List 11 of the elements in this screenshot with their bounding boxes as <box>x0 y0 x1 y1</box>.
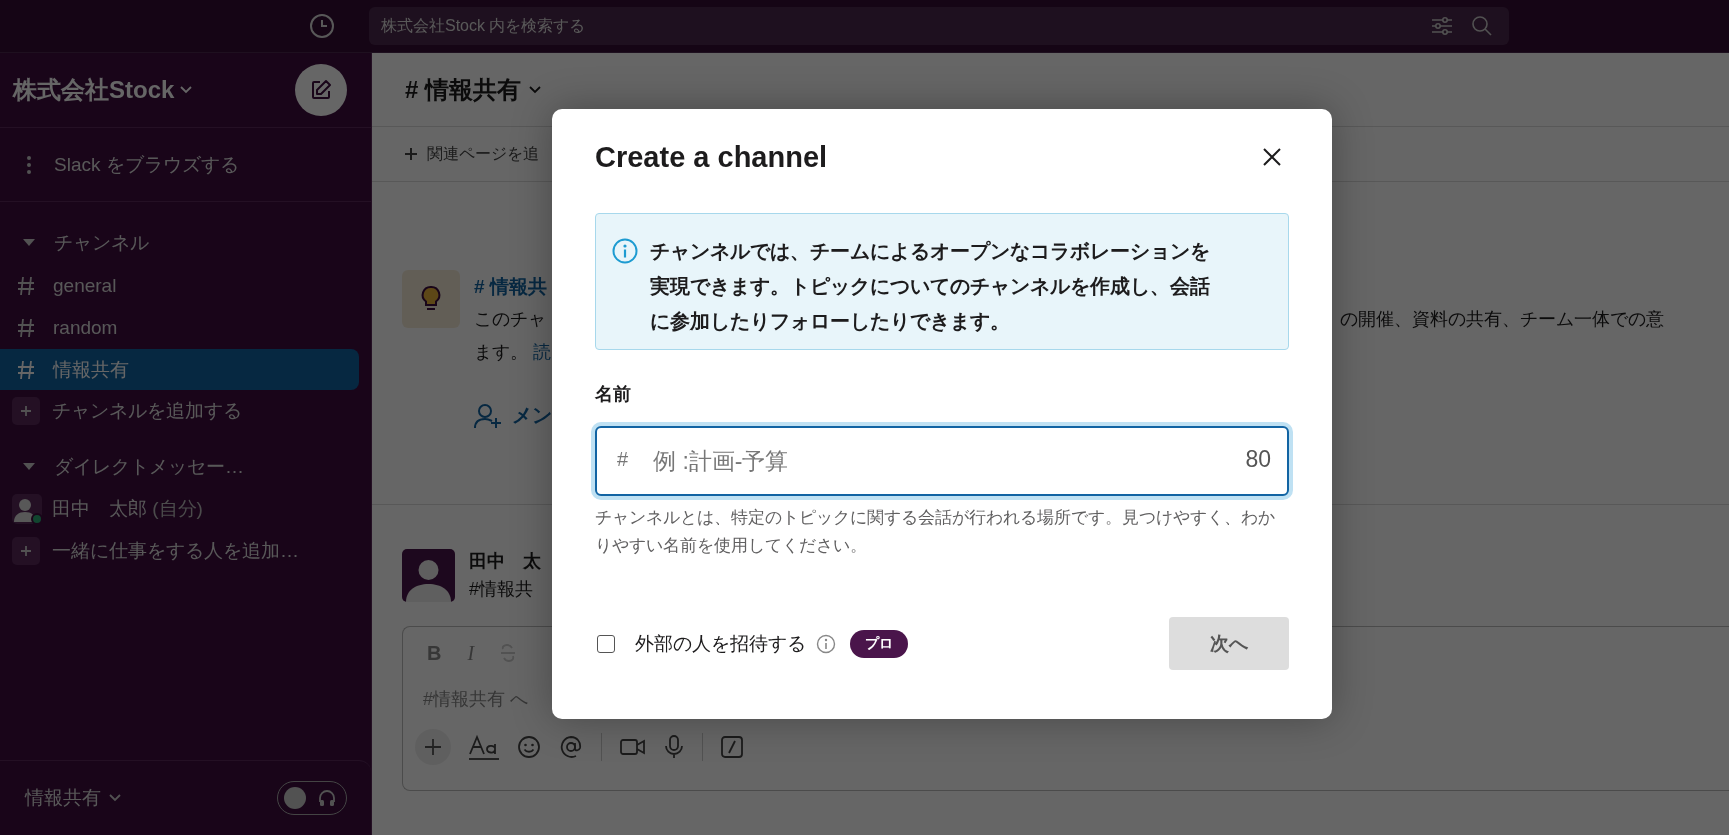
intro-text: の開催、資料の共有、チーム一体での意 <box>1340 308 1664 331</box>
field-label: 名前 <box>595 383 632 406</box>
help-text: チャンネルとは、特定のトピックに関する会話が行われる場所です。見つけやすく、わかりやすい名前を使用してください。 <box>595 507 1275 556</box>
intro-text: このチャ <box>474 308 546 331</box>
intro-text: ます。 <box>474 342 528 362</box>
channel-prefix: # <box>617 448 629 471</box>
pro-badge: プロ <box>850 629 908 658</box>
info-text: チャンネルでは、チームによるオープンなコラボレーションを実現できます。トピックについてのチャンネルを作成し、会話に参加したりフォローしたりできます。 <box>650 239 1211 334</box>
message-text: #情報共 <box>469 578 534 601</box>
character-counter: 80 <box>1245 446 1271 473</box>
dialog-title: Create a channel <box>595 140 828 174</box>
